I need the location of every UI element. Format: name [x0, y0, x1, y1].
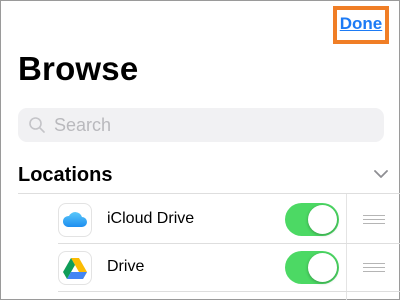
search-icon — [29, 117, 45, 133]
locations-section-title: Locations — [18, 164, 113, 186]
row-divider — [58, 291, 400, 292]
section-divider — [18, 193, 400, 194]
search-input[interactable] — [52, 113, 356, 137]
toggle-knob — [308, 253, 337, 282]
drive-toggle[interactable] — [285, 251, 339, 284]
location-row-drive: Drive — [0, 244, 400, 292]
location-label: Drive — [107, 258, 145, 275]
icloud-drive-icon — [58, 203, 92, 237]
reorder-handle-icon[interactable] — [363, 215, 385, 225]
google-drive-icon — [58, 251, 92, 285]
location-row-icloud-drive: iCloud Drive — [0, 196, 400, 244]
reorder-handle-icon[interactable] — [363, 263, 385, 273]
location-label: iCloud Drive — [107, 210, 195, 227]
icloud-drive-toggle[interactable] — [285, 203, 339, 236]
chevron-down-icon[interactable] — [373, 168, 389, 180]
search-bar[interactable] — [18, 108, 384, 142]
done-button[interactable]: Done — [333, 6, 389, 44]
page-title: Browse — [18, 50, 139, 87]
toggle-knob — [308, 205, 337, 234]
